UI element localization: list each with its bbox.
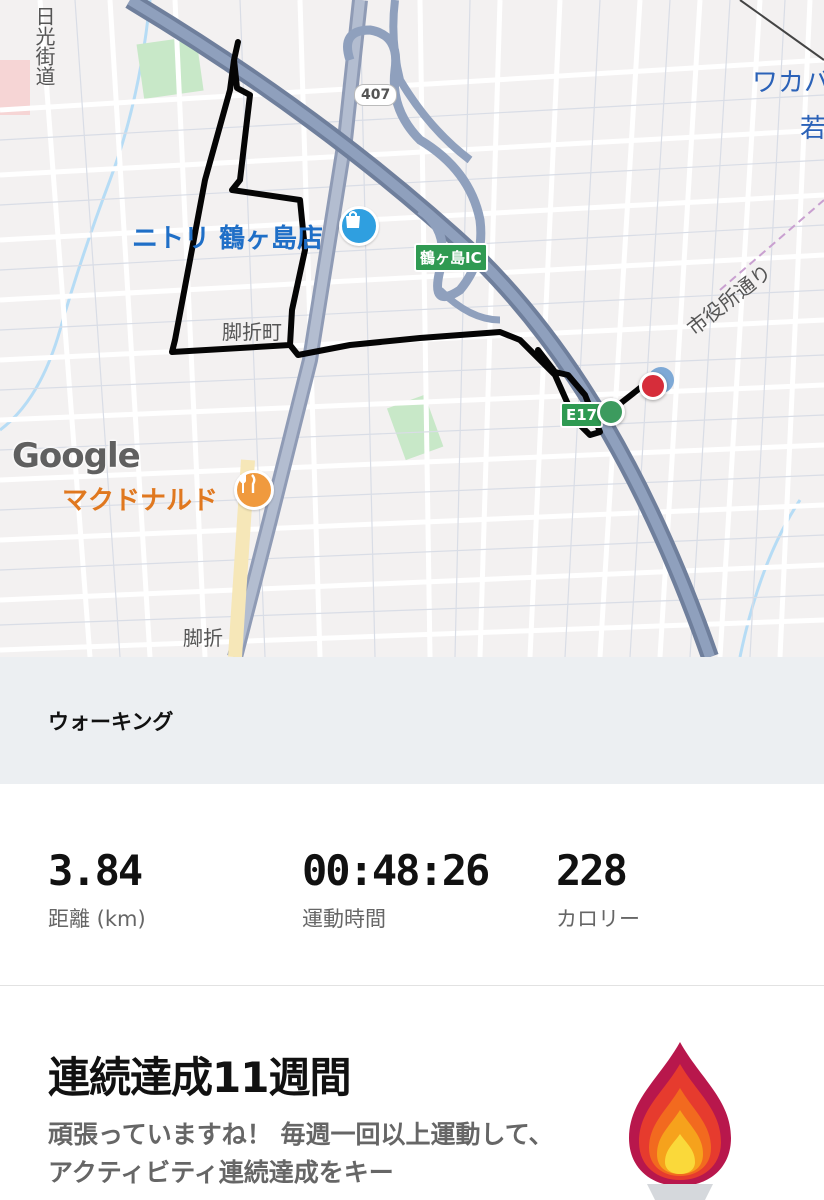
streak-description: 頑張っていますね！ 毎週一回以上運動して、アクティビティ連続達成をキー (48, 1120, 554, 1187)
calories-label: カロリー (556, 907, 640, 931)
route-407-shield: 407 (354, 84, 398, 106)
road-label-nikko-kaido: 日光街道 (32, 6, 56, 86)
area-label-ashiori-cho: 脚折町 (222, 320, 282, 344)
activity-type: ウォーキング (48, 710, 174, 734)
fork-knife-icon[interactable] (234, 470, 274, 510)
streak-title: 連続達成11週間 (48, 1053, 351, 1102)
calories-value: 228 (556, 846, 628, 895)
distance-label: 距離 (km) (48, 907, 146, 931)
streak-card[interactable]: 連続達成11週間 頑張っていますね！ 毎週一回以上運動して、アクティビティ連続達… (0, 986, 824, 1200)
duration-label: 運動時間 (302, 907, 386, 931)
poi-label-nitori[interactable]: ニトリ 鶴ヶ島店 (132, 218, 323, 255)
stats-panel: 3.84 距離 (km) 00:48:26 運動時間 228 カロリー (0, 784, 824, 986)
stat-calories: 228 カロリー (556, 846, 640, 933)
flame-icon (629, 1042, 731, 1200)
shopping-bag-icon[interactable] (339, 206, 379, 246)
duration-value: 00:48:26 (302, 846, 490, 895)
google-attribution: Google (12, 436, 141, 476)
interchange-shield: 鶴ヶ島IC (414, 243, 488, 272)
route-map[interactable]: ニトリ 鶴ヶ島店 マクドナルド 脚折町 脚折 市役所通り 日光街道 ワカバ 若 … (0, 0, 824, 657)
area-label-wakaba: ワカバ (752, 68, 824, 98)
end-marker[interactable] (639, 372, 667, 400)
stat-distance: 3.84 距離 (km) (48, 846, 146, 933)
start-marker[interactable] (597, 398, 625, 426)
stat-duration: 00:48:26 運動時間 (302, 846, 490, 933)
area-label-ashiori: 脚折 (183, 626, 223, 650)
poi-label-mcdonalds[interactable]: マクドナルド (62, 480, 218, 517)
distance-value: 3.84 (48, 846, 143, 895)
area-label-waka: 若 (800, 114, 824, 144)
